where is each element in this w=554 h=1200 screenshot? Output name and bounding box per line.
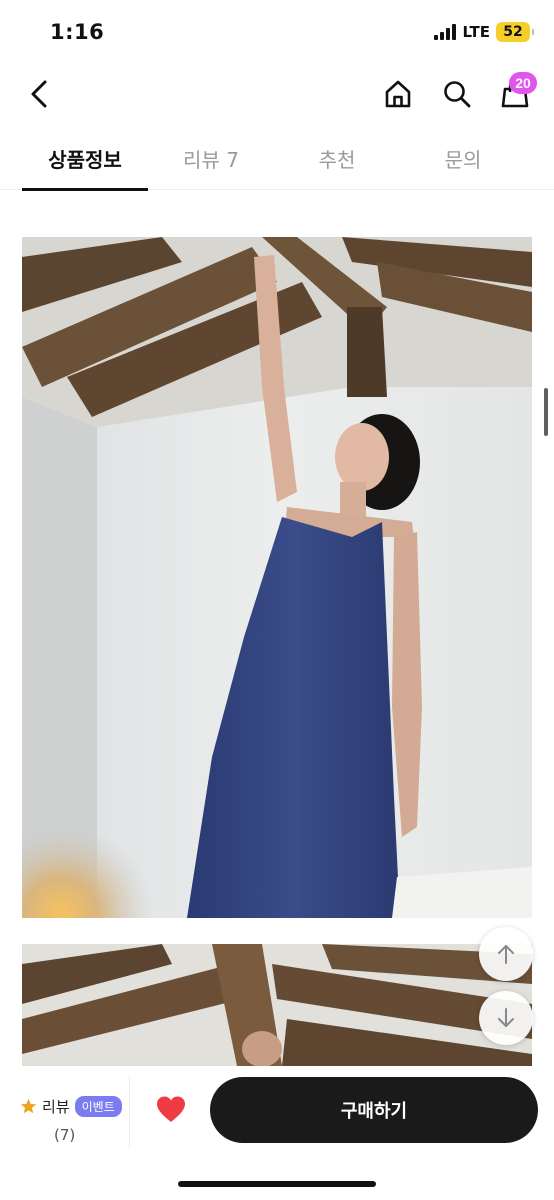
tab-reviews[interactable]: 리뷰 7 [148,126,274,190]
product-photo [22,237,532,918]
home-icon [385,80,411,108]
review-summary[interactable]: 리뷰 이벤트 (7) [0,1076,130,1148]
arrow-down-icon [498,1008,514,1027]
home-indicator [178,1181,376,1187]
chevron-left-icon [31,80,47,108]
scroll-top-button[interactable] [479,927,533,981]
network-label: LTE [462,23,490,41]
battery-level: 52 [503,24,523,40]
review-count: (7) [54,1126,76,1144]
search-icon [444,81,471,108]
review-summary-top: 리뷰 이벤트 [20,1096,122,1117]
arrow-up-icon [498,945,514,964]
bottom-action-bar: 리뷰 이벤트 (7) 구매하기 [0,1066,554,1200]
product-tabs: 상품정보 리뷰 7 추천 문의 [0,126,554,191]
status-bar: 1:16 LTE 52 [0,0,554,62]
event-badge: 이벤트 [74,1096,122,1117]
star-icon [20,1098,37,1114]
search-button[interactable] [439,76,475,112]
back-button[interactable] [22,76,56,112]
tab-product-info[interactable]: 상품정보 [22,126,148,191]
status-indicators: LTE 52 [434,22,534,42]
product-photo-dress [22,237,532,918]
status-time: 1:16 [50,20,105,44]
heart-icon [157,1096,185,1122]
top-nav: 20 [0,68,554,122]
like-button[interactable] [152,1092,190,1126]
battery-icon: 52 [496,22,534,42]
scroll-down-button[interactable] [479,991,533,1045]
home-button[interactable] [380,76,416,112]
scrollbar[interactable] [544,388,548,436]
product-photo-beams [22,944,532,1066]
review-label: 리뷰 [42,1098,70,1116]
buy-button[interactable]: 구매하기 [210,1077,538,1143]
signal-icon [434,24,457,40]
tab-inquiry[interactable]: 문의 [400,126,526,190]
cart-count-badge: 20 [509,72,537,94]
product-photo-second [22,944,532,1066]
tab-recommend[interactable]: 추천 [274,126,400,190]
